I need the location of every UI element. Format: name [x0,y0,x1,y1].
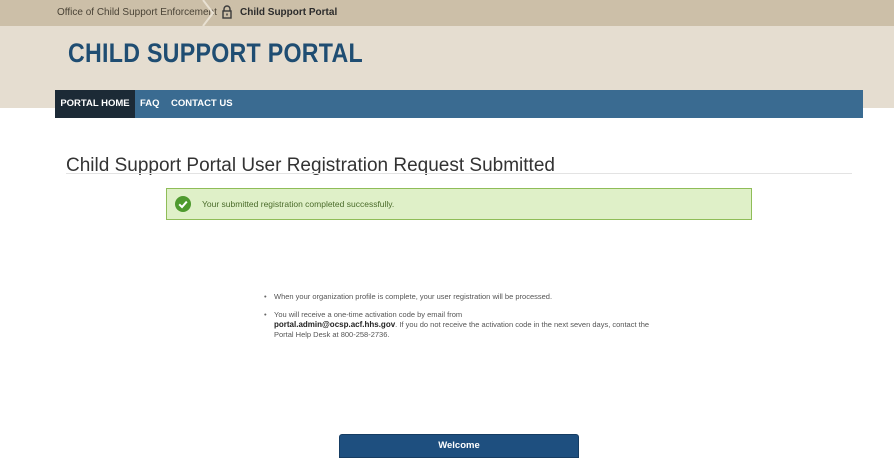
email-link[interactable]: portal.admin@ocsp.acf.hhs.gov [274,320,395,329]
site-title[interactable]: CHILD SUPPORT PORTAL [68,38,363,69]
info-item-text: When your organization profile is comple… [274,292,553,301]
list-item: When your organization profile is comple… [262,292,652,302]
info-list: When your organization profile is comple… [262,292,652,348]
list-item: You will receive a one-time activation c… [262,310,652,340]
main-nav: PORTAL HOME FAQ CONTACT US [55,90,863,118]
breadcrumb-office-link[interactable]: Office of Child Support Enforcement [57,7,217,18]
nav-contact-us[interactable]: CONTACT US [171,90,233,118]
nav-faq[interactable]: FAQ [140,90,160,118]
lock-icon [222,5,232,19]
breadcrumb-separator-icon [202,0,215,26]
nav-portal-home[interactable]: PORTAL HOME [55,90,135,118]
welcome-button[interactable]: Welcome [339,434,579,458]
check-circle-icon [175,196,191,212]
alert-message: Your submitted registration completed su… [202,199,395,209]
breadcrumb: Office of Child Support Enforcement Chil… [0,0,894,26]
breadcrumb-current: Child Support Portal [240,7,338,18]
info-item-text: You will receive a one-time activation c… [274,310,463,319]
success-alert: Your submitted registration completed su… [166,188,752,220]
divider [66,173,852,174]
